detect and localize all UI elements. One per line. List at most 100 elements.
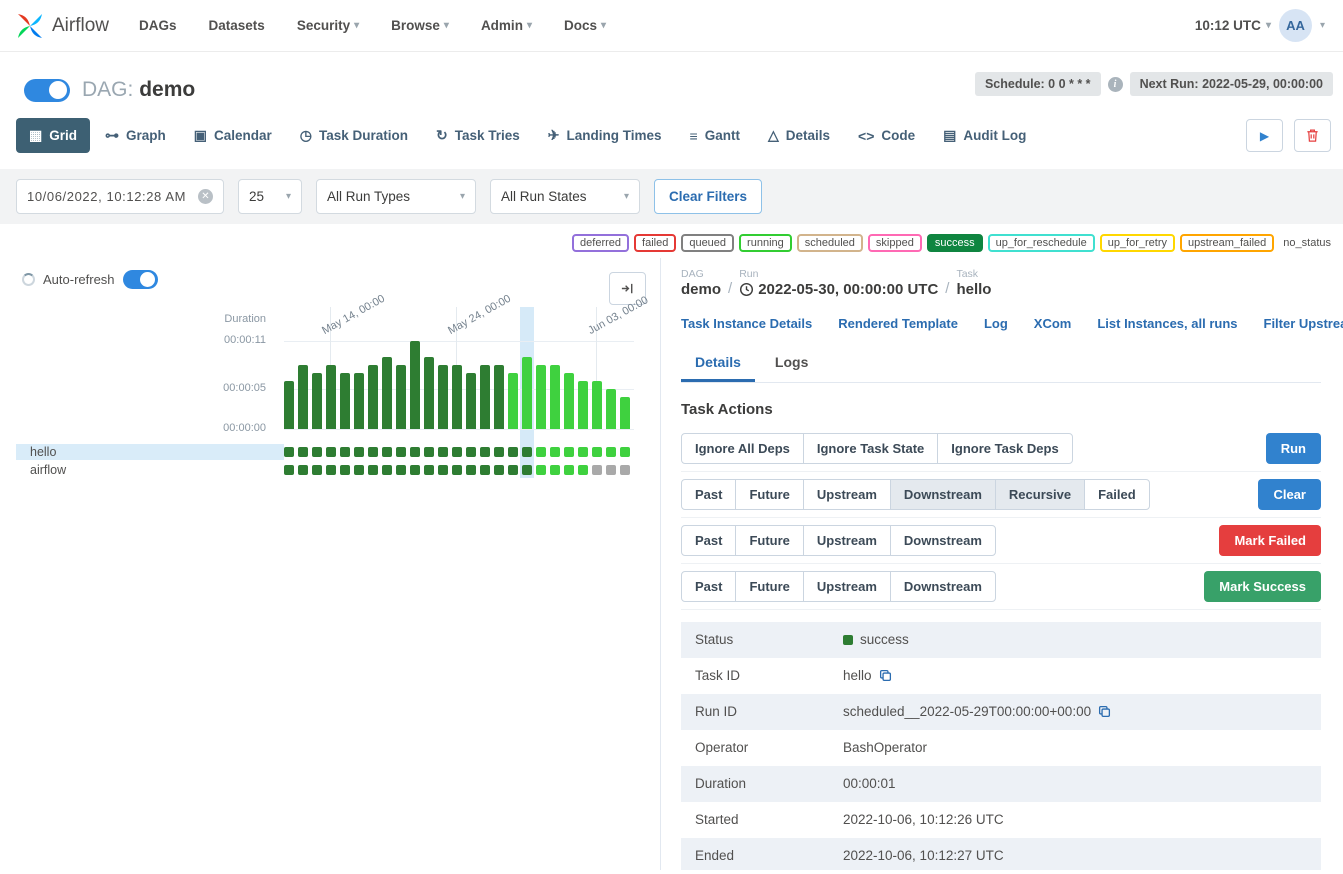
run-bar-7[interactable] [382,357,392,429]
page-size-select[interactable]: 25 ▾ [238,179,302,214]
task-instance-airflow-13[interactable] [466,465,476,475]
link-task-instance-details[interactable]: Task Instance Details [681,316,812,331]
run-bar-21[interactable] [578,381,588,429]
task-instance-hello-13[interactable] [466,447,476,457]
run-bar-1[interactable] [298,365,308,429]
task-instance-airflow-23[interactable] [606,465,616,475]
run-type-select[interactable]: All Run Types ▾ [316,179,476,214]
task-instance-hello-1[interactable] [298,447,308,457]
task-instance-airflow-12[interactable] [452,465,462,475]
task-label-hello[interactable]: hello [16,444,284,460]
run-bar-17[interactable] [522,357,532,429]
task-instance-airflow-14[interactable] [480,465,490,475]
delete-dag-button[interactable] [1294,119,1331,152]
clear-date-icon[interactable]: ✕ [198,189,213,204]
run-bar-2[interactable] [312,373,322,429]
run-bar-24[interactable] [620,397,630,429]
clock-dropdown[interactable]: 10:12 UTC ▾ [1195,18,1271,33]
downstream-button[interactable]: Downstream [890,525,996,556]
task-instance-airflow-7[interactable] [382,465,392,475]
tab-task-duration[interactable]: ◷Task Duration [287,118,421,153]
run-bar-20[interactable] [564,373,574,429]
task-instance-hello-7[interactable] [382,447,392,457]
future-button[interactable]: Future [735,479,803,510]
run-bar-19[interactable] [550,365,560,429]
task-instance-hello-20[interactable] [564,447,574,457]
task-instance-airflow-0[interactable] [284,465,294,475]
run-bar-6[interactable] [368,365,378,429]
run-bar-4[interactable] [340,373,350,429]
tab-landing-times[interactable]: ✈Landing Times [535,118,675,153]
airflow-home-link[interactable]: Airflow [14,10,109,42]
task-instance-airflow-3[interactable] [326,465,336,475]
upstream-button[interactable]: Upstream [803,571,891,602]
task-instance-airflow-15[interactable] [494,465,504,475]
copy-icon[interactable] [879,669,892,682]
breadcrumb-run[interactable]: Run 2022-05-30, 00:00:00 UTC [739,268,938,298]
run-bar-22[interactable] [592,381,602,429]
task-instance-airflow-2[interactable] [312,465,322,475]
breadcrumb-dag[interactable]: DAG demo [681,268,721,298]
task-instance-airflow-9[interactable] [410,465,420,475]
task-instance-hello-0[interactable] [284,447,294,457]
task-instance-hello-2[interactable] [312,447,322,457]
task-instance-hello-17[interactable] [522,447,532,457]
tab-calendar[interactable]: ▣Calendar [181,118,285,153]
task-instance-airflow-5[interactable] [354,465,364,475]
avatar[interactable]: AA [1279,9,1312,42]
ignore-task-state-button[interactable]: Ignore Task State [803,433,938,464]
task-instance-airflow-18[interactable] [536,465,546,475]
run-bar-11[interactable] [438,365,448,429]
future-button[interactable]: Future [735,571,803,602]
task-instance-hello-10[interactable] [424,447,434,457]
past-button[interactable]: Past [681,571,736,602]
info-icon[interactable]: i [1108,77,1123,92]
task-instance-hello-22[interactable] [592,447,602,457]
clear-filters-button[interactable]: Clear Filters [654,179,762,214]
task-instance-hello-8[interactable] [396,447,406,457]
run-bar-5[interactable] [354,373,364,429]
tab-logs[interactable]: Logs [761,345,822,382]
task-instance-hello-15[interactable] [494,447,504,457]
link-rendered-template[interactable]: Rendered Template [838,316,958,331]
task-instance-airflow-20[interactable] [564,465,574,475]
link-log[interactable]: Log [984,316,1008,331]
tab-audit-log[interactable]: ▤Audit Log [930,118,1039,153]
past-button[interactable]: Past [681,479,736,510]
task-instance-hello-4[interactable] [340,447,350,457]
tab-grid[interactable]: ▦Grid [16,118,90,153]
nav-item-admin[interactable]: Admin▾ [481,18,532,33]
recursive-button[interactable]: Recursive [995,479,1085,510]
task-instance-hello-18[interactable] [536,447,546,457]
task-instance-airflow-11[interactable] [438,465,448,475]
upstream-button[interactable]: Upstream [803,479,891,510]
task-instance-hello-9[interactable] [410,447,420,457]
task-instance-hello-5[interactable] [354,447,364,457]
nav-item-security[interactable]: Security▾ [297,18,359,33]
run-bar-3[interactable] [326,365,336,429]
mark-failed-button[interactable]: Mark Failed [1219,525,1321,556]
dag-pause-toggle[interactable] [24,79,70,102]
failed-button[interactable]: Failed [1084,479,1150,510]
tab-details[interactable]: Details [681,345,755,382]
run-bar-10[interactable] [424,357,434,429]
run-bar-12[interactable] [452,365,462,429]
task-instance-hello-14[interactable] [480,447,490,457]
task-instance-airflow-21[interactable] [578,465,588,475]
run-bar-9[interactable] [410,341,420,429]
task-instance-hello-23[interactable] [606,447,616,457]
link-filter-upstream[interactable]: Filter Upstream [1264,316,1343,331]
ignore-all-deps-button[interactable]: Ignore All Deps [681,433,804,464]
run-bar-8[interactable] [396,365,406,429]
link-list-instances-all-runs[interactable]: List Instances, all runs [1097,316,1237,331]
task-instance-airflow-10[interactable] [424,465,434,475]
run-state-select[interactable]: All Run States ▾ [490,179,640,214]
tab-details[interactable]: △Details [755,118,843,153]
run-bar-0[interactable] [284,381,294,429]
run-bar-14[interactable] [480,365,490,429]
tab-graph[interactable]: ⊶Graph [92,118,179,153]
tab-task-tries[interactable]: ↻Task Tries [423,118,533,153]
copy-icon[interactable] [1098,705,1111,718]
nav-item-datasets[interactable]: Datasets [209,18,265,33]
task-label-airflow[interactable]: airflow [16,462,284,478]
